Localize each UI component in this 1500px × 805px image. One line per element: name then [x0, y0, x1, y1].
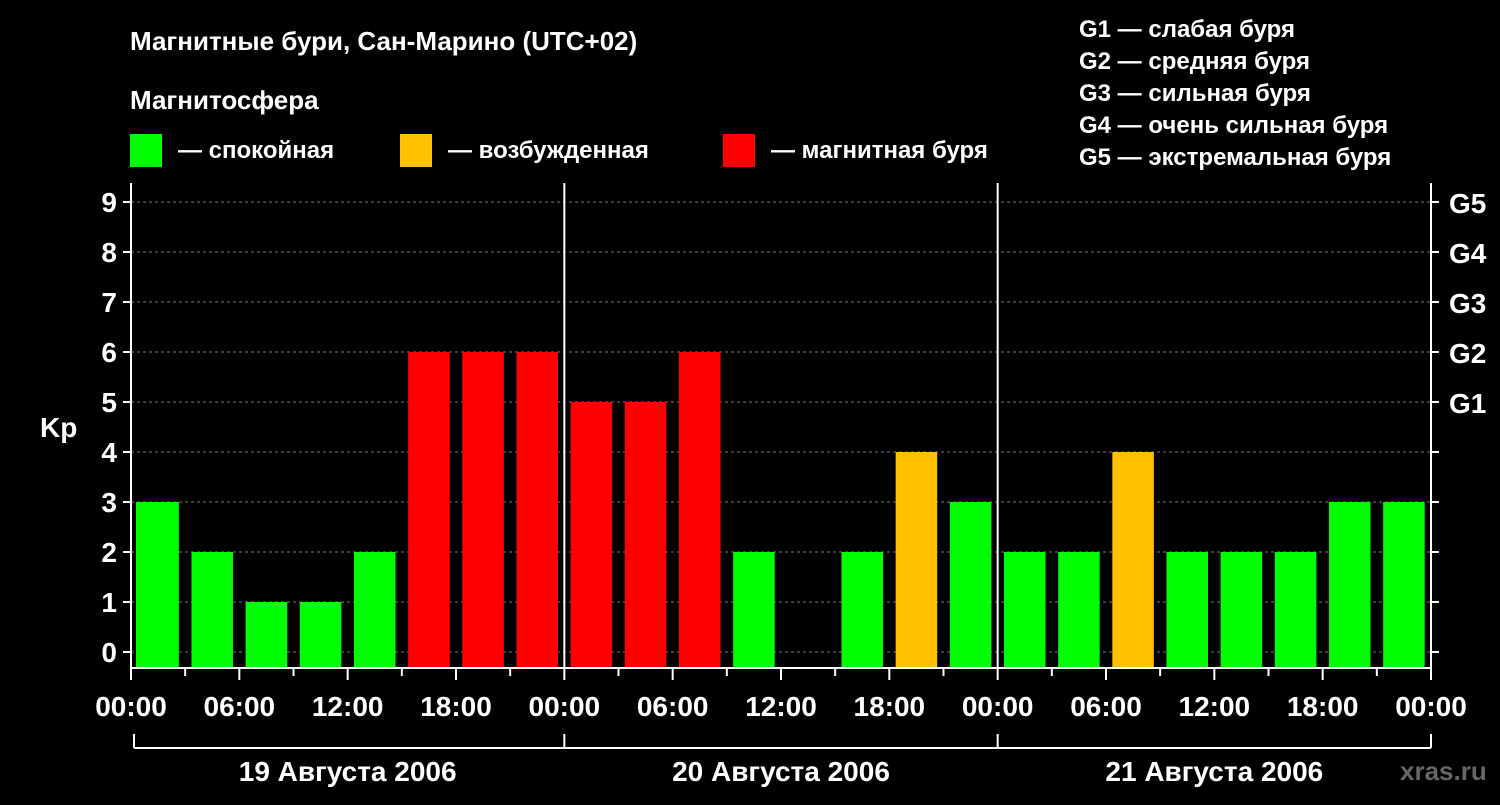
- x-tick-label: 00:00: [1395, 691, 1467, 722]
- legend-label: — спокойная: [178, 137, 334, 164]
- kp-bar: [1003, 552, 1046, 668]
- storm-level-desc: G4 — очень сильная буря: [1079, 112, 1388, 139]
- kp-bar: [624, 402, 667, 668]
- y-tick-label: 8: [101, 237, 117, 268]
- kp-bar: [1274, 552, 1317, 668]
- kp-bar: [1112, 452, 1154, 668]
- kp-bar: [949, 502, 992, 668]
- axes: 0 1 2 3 4 5 6 7 8 9 G1 G2 G3 G4 G5 00:00 06:00 12:00 18:00…: [95, 183, 1487, 787]
- kp-bar: [462, 352, 504, 668]
- kp-bar: [678, 352, 721, 668]
- storm-level-desc: G5 — экстремальная буря: [1079, 144, 1391, 171]
- x-tick-label: 06:00: [637, 691, 709, 722]
- x-tick-label: 06:00: [1070, 691, 1142, 722]
- x-tick-label: 06:00: [204, 691, 276, 722]
- kp-bar: [136, 502, 179, 668]
- kp-bar: [895, 452, 938, 668]
- chart-subtitle: Магнитосфера: [130, 85, 319, 115]
- storm-level-label: G2: [1449, 338, 1486, 369]
- chart-container: Магнитные бури, Сан-Марино (UTC+02) Магн…: [0, 0, 1500, 800]
- day-label: 21 Августа 2006: [1105, 756, 1323, 787]
- kp-bar: [191, 552, 234, 668]
- storm-level-desc: G2 — средняя буря: [1079, 48, 1310, 75]
- kp-chart: Магнитные бури, Сан-Марино (UTC+02) Магн…: [40, 16, 1487, 787]
- storm-level-desc: G1 — слабая буря: [1079, 16, 1295, 43]
- x-tick-label: 12:00: [312, 691, 384, 722]
- kp-bar: [299, 602, 342, 668]
- x-tick-label: 18:00: [1287, 691, 1359, 722]
- y-tick-label: 1: [101, 587, 117, 618]
- kp-bar: [1166, 552, 1209, 668]
- legend-label: — магнитная буря: [771, 137, 988, 164]
- legend-label: — возбужденная: [448, 137, 649, 164]
- kp-bar: [570, 402, 613, 668]
- storm-level-label: G4: [1449, 238, 1487, 269]
- storm-level-desc: G3 — сильная буря: [1079, 80, 1311, 107]
- y-tick-label: 4: [101, 437, 117, 468]
- kp-bar: [1220, 552, 1263, 668]
- y-tick-label: 0: [101, 637, 117, 668]
- watermark: xras.ru: [1400, 756, 1487, 786]
- x-tick-label: 00:00: [95, 691, 167, 722]
- storm-level-label: G3: [1449, 288, 1486, 319]
- kp-bar: [1328, 502, 1371, 668]
- x-tick-label: 00:00: [962, 691, 1034, 722]
- y-tick-label: 5: [101, 387, 117, 418]
- day-label: 20 Августа 2006: [672, 756, 890, 787]
- kp-bar: [1058, 552, 1100, 668]
- storm-level-label: G5: [1449, 188, 1486, 219]
- y-tick-label: 3: [101, 487, 117, 518]
- storm-level-legend: G1 — слабая буря G2 — средняя буря G3 — си…: [1079, 16, 1391, 171]
- y-tick-label: 7: [101, 287, 117, 318]
- chart-title: Магнитные бури, Сан-Марино (UTC+02): [130, 26, 637, 56]
- legend-swatch: [130, 134, 162, 167]
- legend: — спокойная — возбужденная — магнитная бур…: [130, 134, 988, 167]
- kp-bar: [516, 352, 559, 668]
- x-tick-label: 12:00: [1179, 691, 1251, 722]
- y-tick-label: 9: [101, 187, 117, 218]
- kp-bar: [1383, 502, 1425, 668]
- legend-swatch: [400, 134, 432, 167]
- day-label: 19 Августа 2006: [239, 756, 457, 787]
- x-tick-label: 12:00: [745, 691, 817, 722]
- x-tick-label: 18:00: [854, 691, 926, 722]
- bars: [136, 352, 1425, 668]
- x-tick-label: 00:00: [529, 691, 601, 722]
- kp-bar: [408, 352, 450, 668]
- kp-bar: [245, 602, 288, 668]
- kp-bar: [353, 552, 396, 668]
- y-tick-label: 2: [101, 537, 117, 568]
- y-tick-label: 6: [101, 337, 117, 368]
- kp-bar: [733, 552, 775, 668]
- y-axis-label: Kp: [40, 412, 77, 443]
- x-tick-label: 18:00: [420, 691, 492, 722]
- storm-level-label: G1: [1449, 388, 1486, 419]
- legend-swatch: [723, 134, 755, 167]
- kp-bar: [841, 552, 884, 668]
